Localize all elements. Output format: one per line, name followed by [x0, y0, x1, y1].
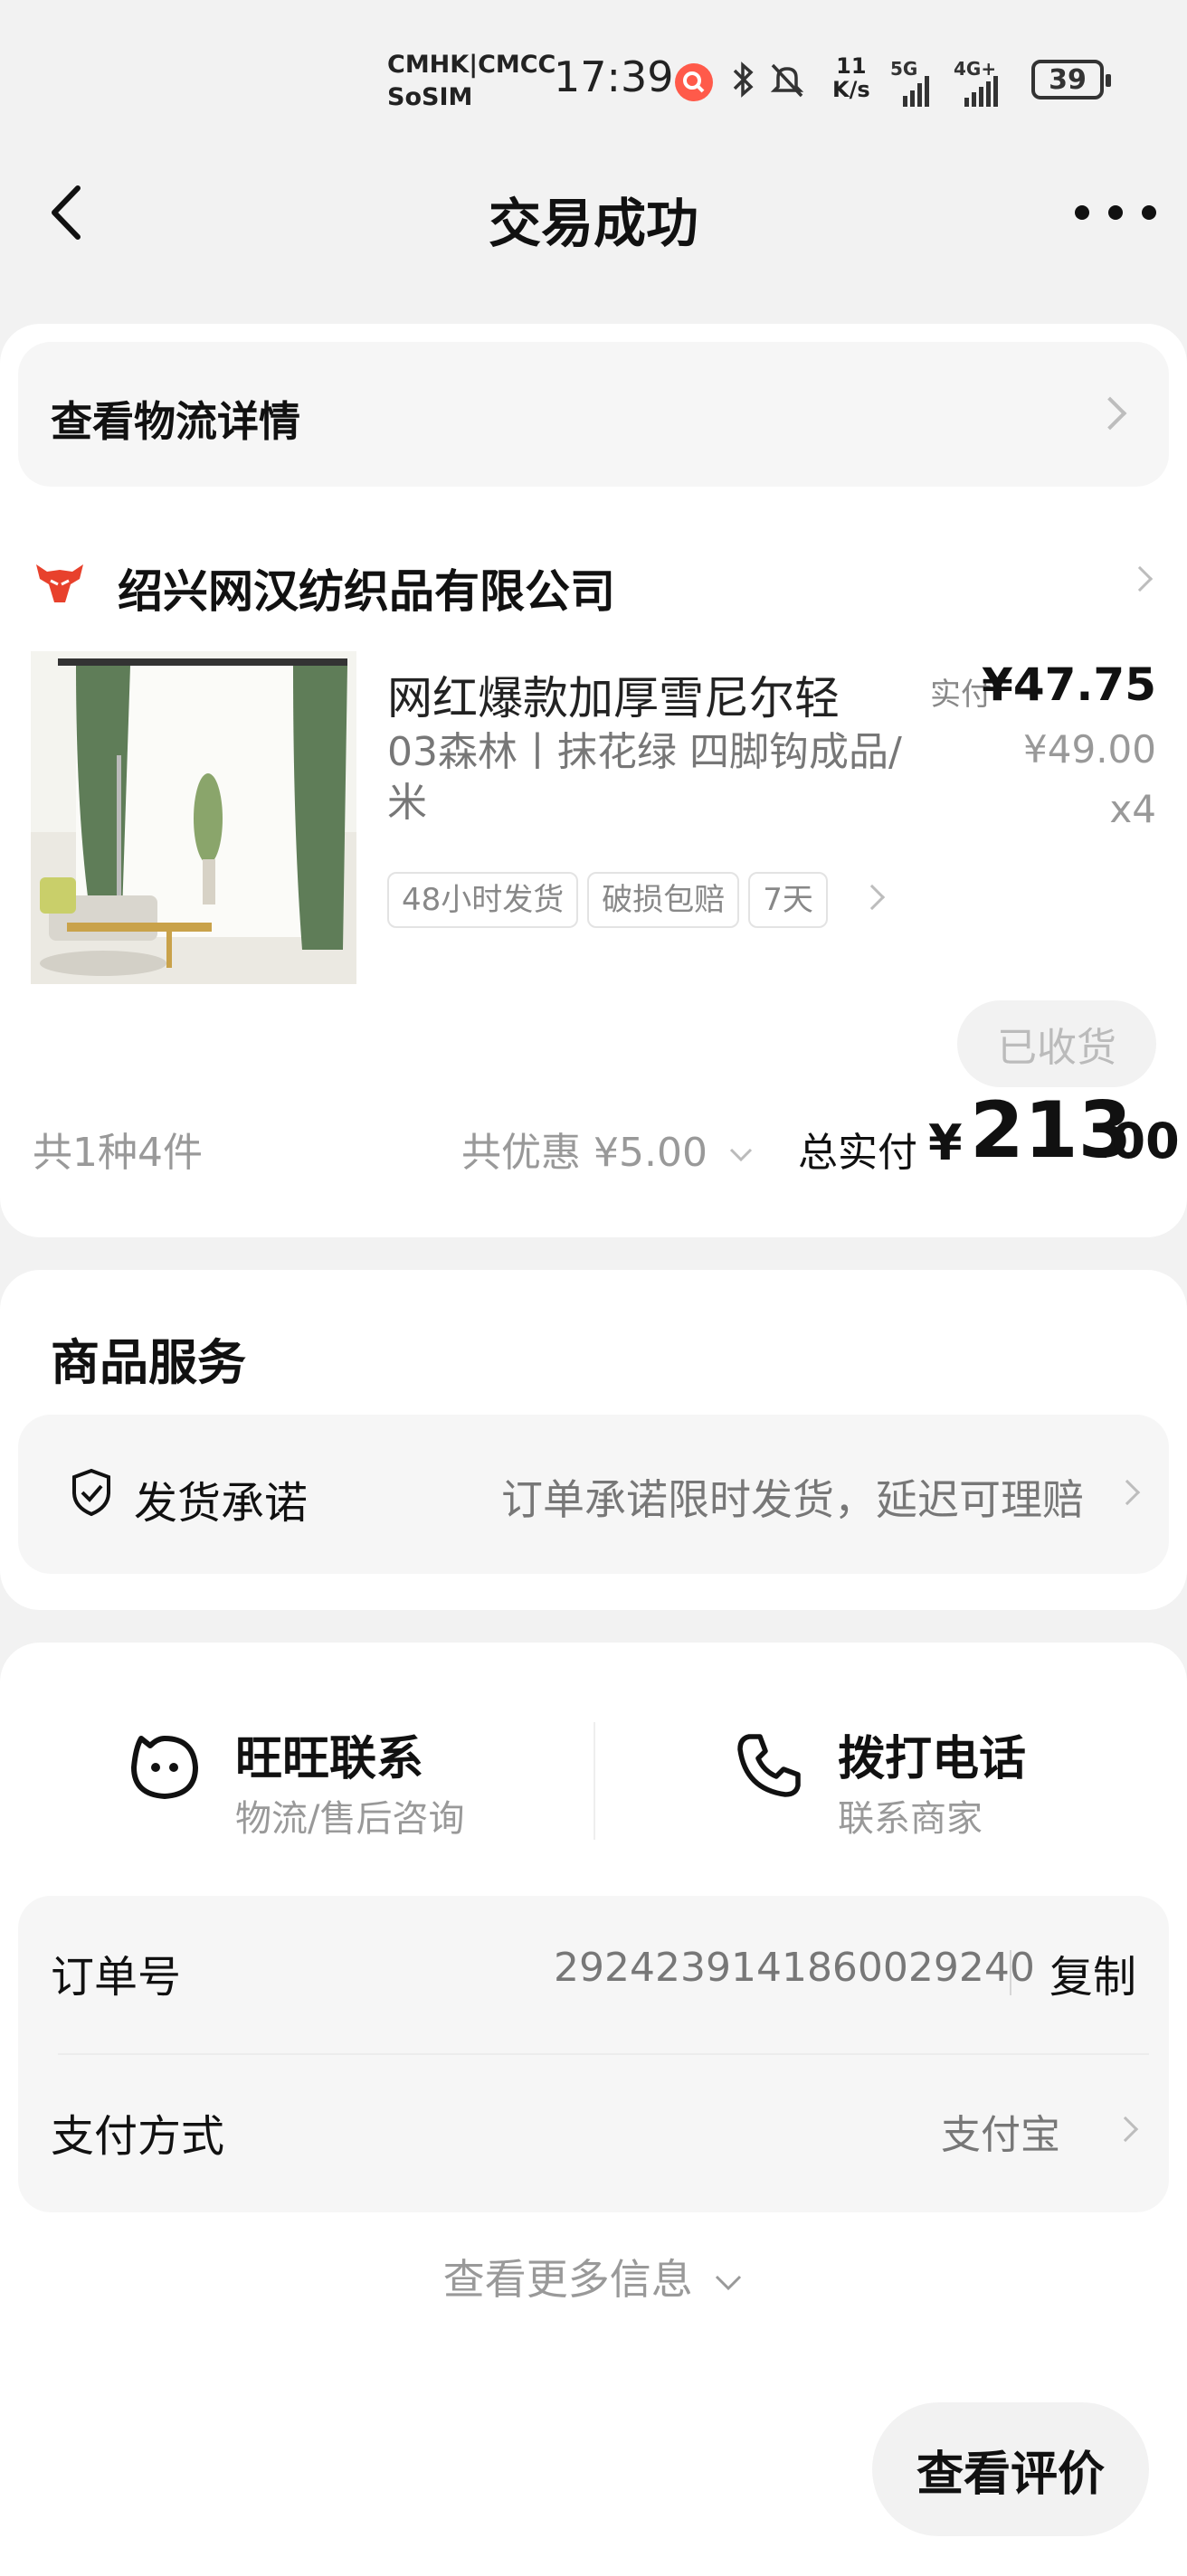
- product-image[interactable]: [31, 651, 356, 984]
- payment-method-row[interactable]: 支付方式 支付宝: [18, 2055, 1169, 2212]
- carrier-line2: SoSIM: [387, 83, 473, 111]
- more-dot-icon: [1075, 205, 1089, 220]
- shipping-promise-row[interactable]: 发货承诺 订单承诺限时发货，延迟可理赔: [18, 1415, 1169, 1574]
- item-count: 共1种4件: [33, 1130, 203, 1176]
- screen-recording-icon: [675, 63, 713, 101]
- bottom-action-bar: 查看评价: [0, 2363, 1187, 2576]
- page-title: 交易成功: [488, 193, 698, 254]
- tag-damage-compensation: 破损包赔: [587, 872, 740, 928]
- more-dot-icon: [1142, 205, 1156, 220]
- total-paid-label: 总实付: [798, 1130, 917, 1176]
- discount-text: 共优惠 ¥5.00: [461, 1130, 707, 1176]
- chevron-down-icon: [729, 1148, 753, 1162]
- wangwang-contact[interactable]: 旺旺联系 物流/售后咨询: [90, 1697, 543, 1851]
- view-review-button[interactable]: 查看评价: [872, 2402, 1149, 2536]
- signal-strength-icon: [903, 65, 929, 107]
- chevron-right-icon[interactable]: [1126, 565, 1154, 592]
- shop-logo-icon: [34, 561, 85, 606]
- payment-method-label: 支付方式: [51, 2111, 225, 2162]
- tag-7-days: 7天: [748, 872, 828, 928]
- copy-button[interactable]: 复制: [1049, 1941, 1136, 2004]
- more-dot-icon: [1108, 205, 1123, 220]
- order-info-box: 订单号 2924239141860029240 复制 支付方式 支付宝: [18, 1896, 1169, 2212]
- wangwang-subtitle: 物流/售后咨询: [235, 1798, 465, 1840]
- mute-bell-icon: [767, 60, 807, 108]
- order-number: 2924239141860029240: [554, 1945, 1035, 1991]
- received-status-button[interactable]: 已收货: [957, 1000, 1156, 1087]
- more-options-button[interactable]: [1075, 185, 1156, 240]
- chevron-down-icon: [716, 2275, 742, 2290]
- call-phone-subtitle: 联系商家: [838, 1798, 983, 1840]
- services-card: 商品服务 发货承诺 订单承诺限时发货，延迟可理赔: [0, 1270, 1187, 1610]
- phone-icon: [733, 1729, 805, 1805]
- wangwang-icon: [128, 1729, 201, 1805]
- discount-total[interactable]: 共优惠 ¥5.00: [461, 1120, 755, 1178]
- order-card: 查看物流详情 绍兴网汉纺织品有限公司 网红爆款加厚雪尼尔轻 03森林丨抹花绿 四…: [0, 324, 1187, 1237]
- status-time: 17:39: [554, 52, 674, 101]
- payment-method-value: 支付宝: [941, 2112, 1060, 2158]
- call-phone-contact[interactable]: 拨打电话 联系商家: [706, 1697, 1140, 1851]
- total-currency: ¥: [928, 1114, 963, 1171]
- chevron-right-icon: [1112, 2116, 1139, 2143]
- signal-strength-icon-2: [964, 65, 998, 107]
- network-speed: 11 K/s: [832, 53, 870, 102]
- service-tags: 48小时发货 破损包赔 7天: [387, 872, 894, 932]
- battery-level: 39: [1049, 63, 1087, 96]
- copy-separator: [1010, 1950, 1011, 1995]
- total-amount-decimal: .00: [1093, 1113, 1180, 1170]
- view-more-info-label: 查看更多信息: [442, 2255, 693, 2304]
- chevron-right-icon: [1114, 1479, 1141, 1506]
- paid-price: ¥47.75: [982, 658, 1156, 711]
- carrier-info: CMHK|CMCC SoSIM: [387, 49, 556, 114]
- product-spec: 03森林丨抹花绿 四脚钩成品/米: [387, 729, 902, 826]
- quantity: x4: [1109, 787, 1156, 831]
- shield-check-icon: [69, 1467, 114, 1521]
- product-title[interactable]: 网红爆款加厚雪尼尔轻: [387, 662, 840, 727]
- status-bar: CMHK|CMCC SoSIM 17:39 11 K/s 5G 4G+ 39: [0, 0, 1187, 145]
- view-more-info-button[interactable]: 查看更多信息: [0, 2247, 1187, 2306]
- logistics-row[interactable]: 查看物流详情: [18, 342, 1169, 487]
- shipping-promise-label: 发货承诺: [134, 1478, 309, 1529]
- tag-48h-shipping: 48小时发货: [387, 872, 579, 928]
- wangwang-title: 旺旺联系: [235, 1732, 424, 1786]
- services-title: 商品服务: [51, 1334, 246, 1391]
- contact-divider: [594, 1722, 595, 1840]
- bluetooth-icon: [729, 60, 756, 108]
- order-info-card: 旺旺联系 物流/售后咨询 拨打电话 联系商家 订单号 2924239141860…: [0, 1643, 1187, 2457]
- logistics-label: 查看物流详情: [51, 397, 300, 446]
- call-phone-title: 拨打电话: [838, 1732, 1027, 1786]
- carrier-line1: CMHK|CMCC: [387, 51, 556, 79]
- shipping-promise-desc: 订单承诺限时发货，延迟可理赔: [501, 1475, 1084, 1524]
- battery-icon: 39: [1031, 60, 1111, 99]
- shop-name[interactable]: 绍兴网汉纺织品有限公司: [118, 555, 615, 620]
- original-price: ¥49.00: [1023, 727, 1156, 772]
- order-number-label: 订单号: [51, 1952, 182, 2003]
- chevron-right-icon: [1093, 396, 1127, 431]
